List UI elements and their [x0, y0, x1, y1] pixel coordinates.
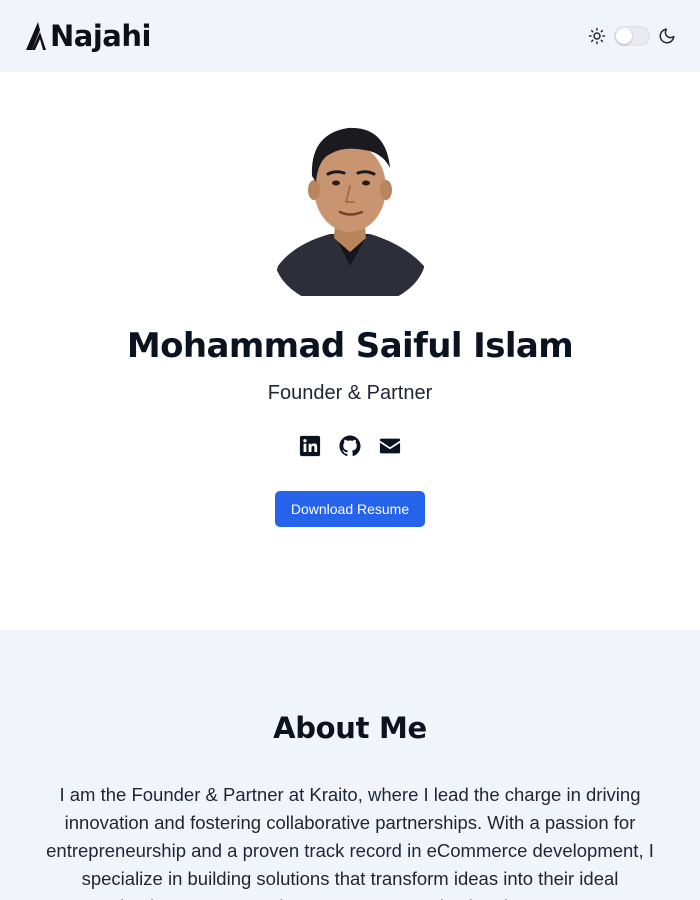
site-header: Najahi	[0, 0, 700, 72]
github-icon[interactable]	[339, 435, 361, 457]
hero-section: Mohammad Saiful Islam Founder & Partner …	[0, 72, 700, 630]
profile-role: Founder & Partner	[267, 382, 433, 404]
logo-mark-icon	[26, 22, 46, 50]
toggle-knob	[616, 28, 632, 44]
download-resume-button[interactable]: Download Resume	[274, 491, 426, 527]
logo-text: Najahi	[50, 18, 151, 53]
profile-name: Mohammad Saiful Islam	[126, 326, 574, 366]
theme-toggle[interactable]	[614, 26, 650, 46]
logo[interactable]: Najahi	[24, 20, 151, 52]
sun-icon	[588, 27, 606, 45]
linkedin-icon[interactable]	[299, 435, 321, 457]
avatar	[274, 116, 426, 296]
email-icon[interactable]	[379, 435, 401, 457]
about-section: About Me I am the Founder & Partner at K…	[0, 630, 700, 900]
about-text: I am the Founder & Partner at Kraito, wh…	[46, 784, 654, 900]
social-links	[299, 435, 401, 457]
moon-icon	[659, 28, 675, 44]
about-title: About Me	[273, 711, 427, 745]
theme-switcher	[588, 26, 676, 46]
